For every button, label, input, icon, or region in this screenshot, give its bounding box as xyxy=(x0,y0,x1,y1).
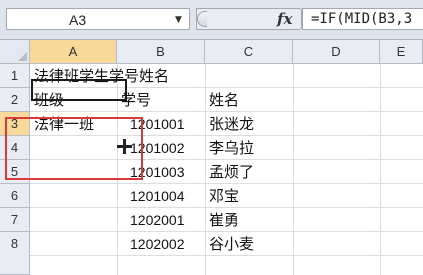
row-header-6[interactable]: 6 xyxy=(0,184,30,208)
cell-b8[interactable]: 1202002 xyxy=(130,232,185,256)
name-box-value: A3 xyxy=(69,12,87,28)
formula-text: =IF(MID(B3,3 xyxy=(311,11,413,27)
cell-c7[interactable]: 崔勇 xyxy=(209,208,239,232)
column-header-b[interactable]: B xyxy=(117,40,205,64)
insert-function-icon[interactable]: fx xyxy=(277,10,292,28)
column-header-d[interactable]: D xyxy=(293,40,380,64)
name-box-dropdown-icon[interactable]: ▼ xyxy=(175,15,182,25)
cell-c2[interactable]: 姓名 xyxy=(209,88,239,112)
column-header-a[interactable]: A xyxy=(30,40,117,64)
cell-c3[interactable]: 张迷龙 xyxy=(209,112,254,136)
gridline xyxy=(205,64,206,275)
select-all-triangle-icon xyxy=(18,52,27,61)
cell-b6[interactable]: 1201004 xyxy=(130,184,185,208)
row-header-2[interactable]: 2 xyxy=(0,88,30,112)
formula-controls: fx xyxy=(196,8,302,30)
gridline xyxy=(293,64,294,275)
cell-c6[interactable]: 邓宝 xyxy=(209,184,239,208)
fill-handle-cursor-icon[interactable] xyxy=(117,139,132,154)
formula-bar-resize-handle[interactable] xyxy=(197,11,207,27)
formula-input[interactable]: =IF(MID(B3,3 xyxy=(302,8,423,30)
formula-bar: A3 ▼ fx =IF(MID(B3,3 xyxy=(0,0,423,40)
cell-c5[interactable]: 孟烦了 xyxy=(209,160,254,184)
row-header-8[interactable]: 8 xyxy=(0,232,30,275)
name-box[interactable]: A3 ▼ xyxy=(6,8,190,30)
cell-c8[interactable]: 谷小麦 xyxy=(209,232,254,256)
column-header-e[interactable]: E xyxy=(380,40,423,64)
cell-c4[interactable]: 李乌拉 xyxy=(209,136,254,160)
active-cell-border xyxy=(31,79,127,101)
select-all-button[interactable] xyxy=(0,40,30,64)
row-header-1[interactable]: 1 xyxy=(0,64,30,88)
gridline xyxy=(380,64,381,275)
column-header-c[interactable]: C xyxy=(205,40,293,64)
row-header-7[interactable]: 7 xyxy=(0,208,30,232)
cell-b7[interactable]: 1202001 xyxy=(130,208,185,232)
